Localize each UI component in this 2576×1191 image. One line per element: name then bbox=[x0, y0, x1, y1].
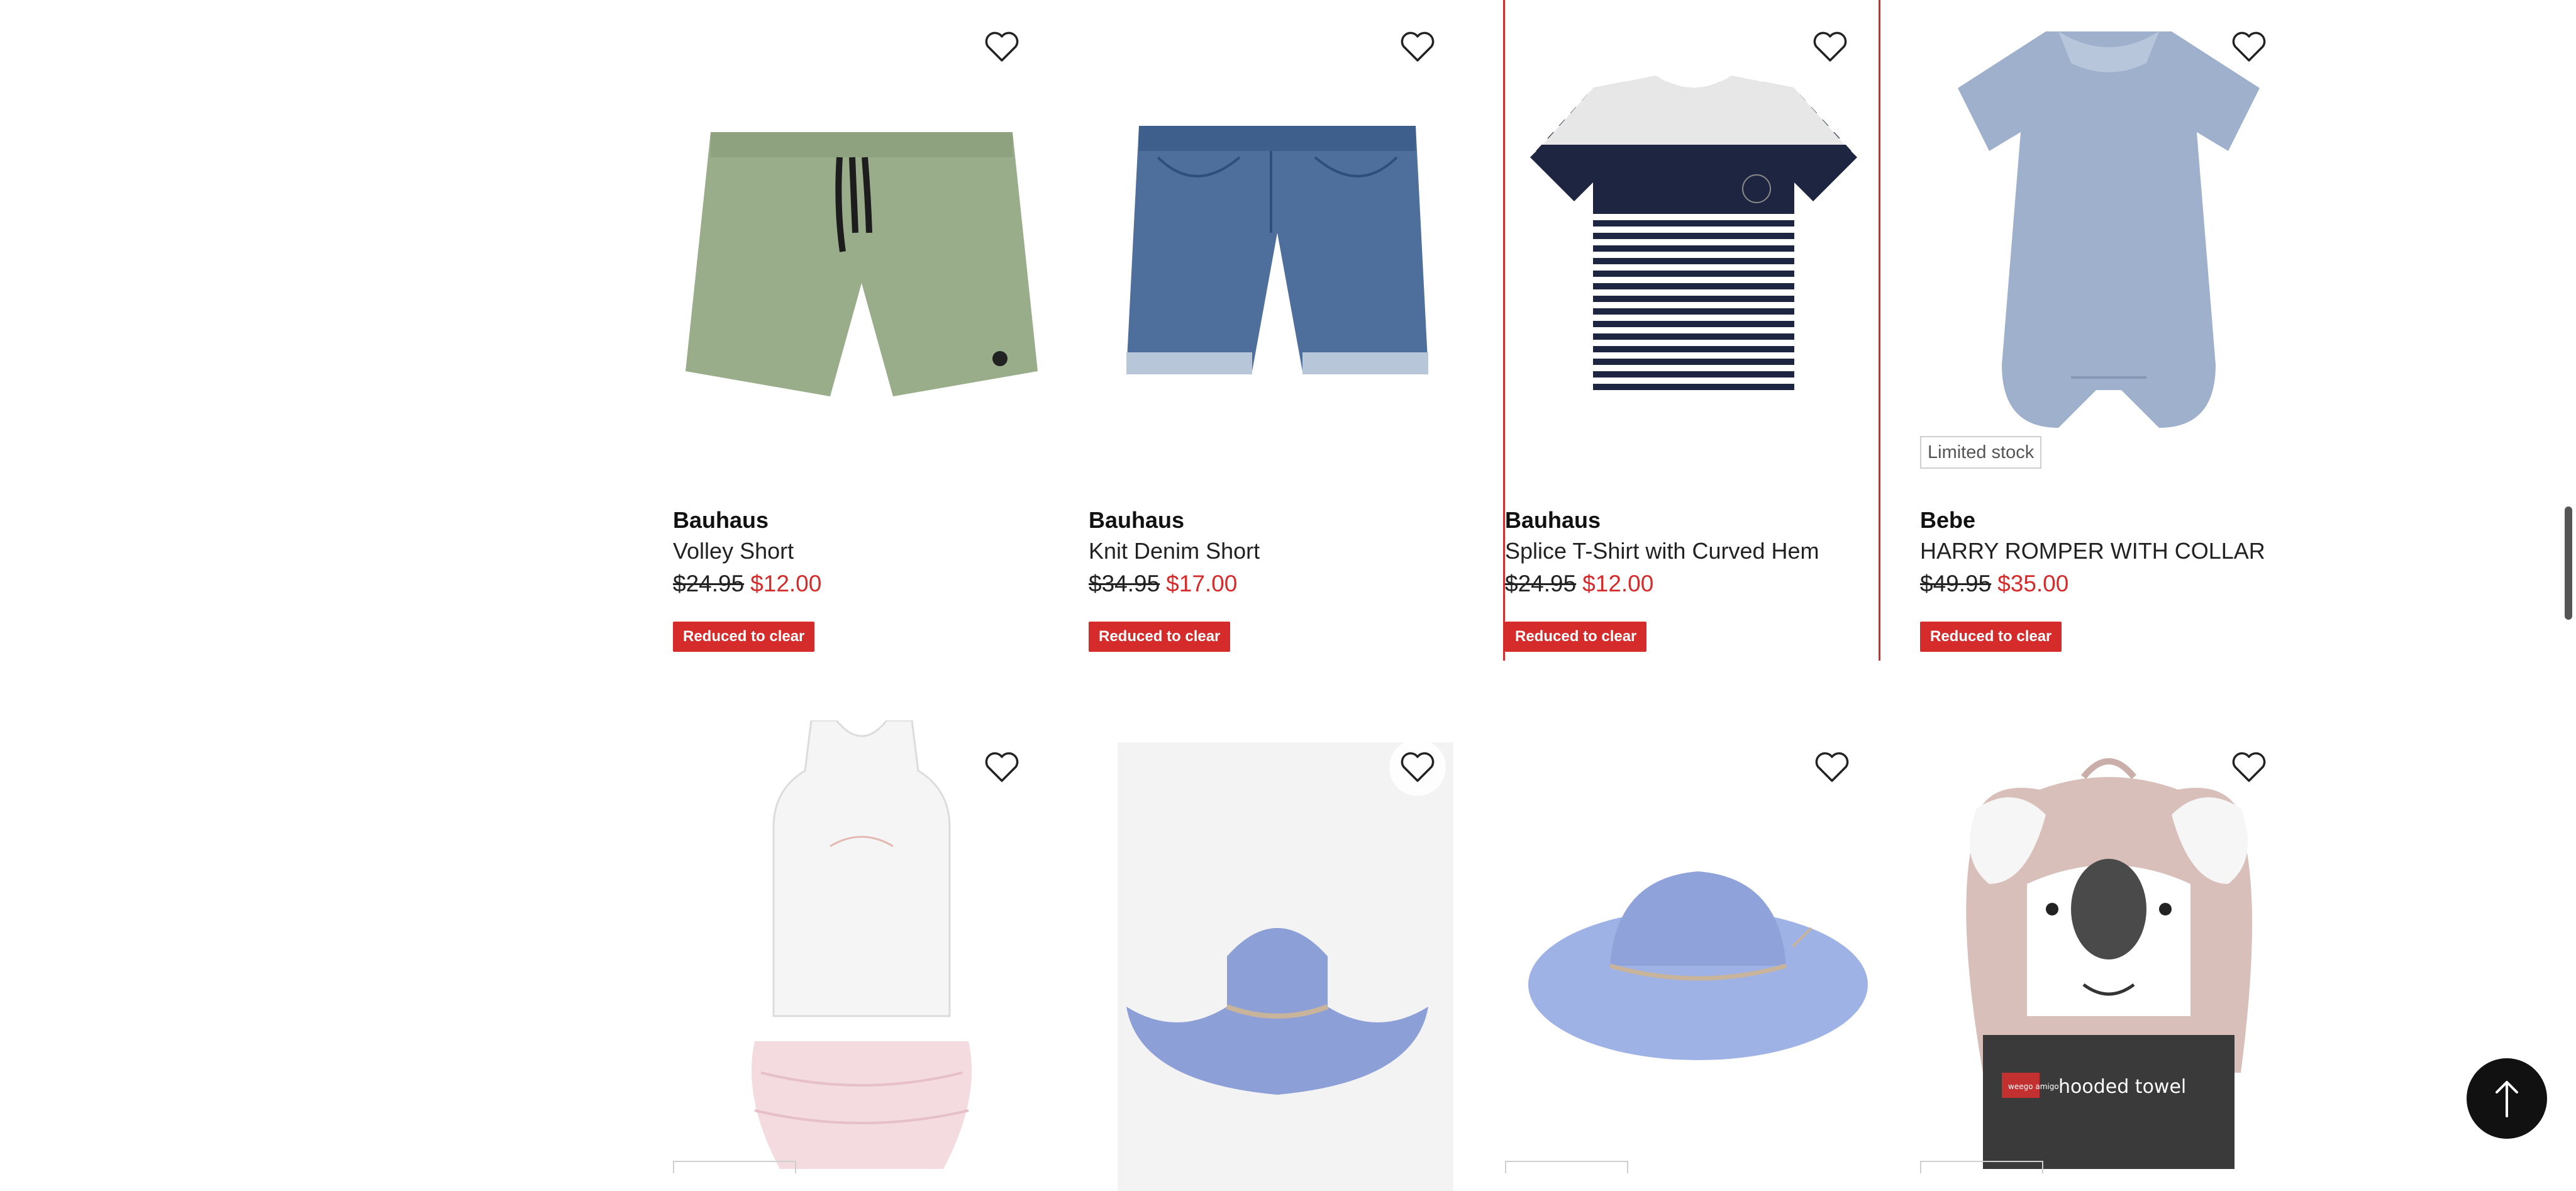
heart-outline-icon bbox=[2232, 752, 2266, 782]
favorite-button[interactable] bbox=[2221, 19, 2277, 75]
heart-outline-icon bbox=[1813, 31, 1847, 62]
product-card[interactable] bbox=[1503, 720, 1880, 1173]
product-card[interactable]: Bauhaus Splice T-Shirt with Curved Hem $… bbox=[1503, 0, 1880, 661]
sale-badge: Reduced to clear bbox=[1089, 622, 1231, 652]
product-brand[interactable]: Bebe bbox=[1920, 507, 1975, 534]
original-price: $34.95 bbox=[1089, 571, 1160, 596]
original-price: $24.95 bbox=[673, 571, 745, 596]
heart-outline-icon bbox=[1815, 752, 1849, 782]
stock-label-edge bbox=[673, 1161, 796, 1173]
original-price: $49.95 bbox=[1920, 571, 1992, 596]
product-card[interactable]: weego amigo hooded towel bbox=[1920, 720, 2297, 1173]
product-card[interactable]: Bauhaus Knit Denim Short $34.95 $17.00 Re… bbox=[1089, 0, 1466, 661]
heart-outline-icon bbox=[1401, 752, 1435, 782]
stock-label-edge bbox=[1505, 1161, 1628, 1173]
product-card[interactable]: Bauhaus Volley Short $24.95 $12.00 Reduce… bbox=[673, 0, 1050, 661]
sale-price: $12.00 bbox=[750, 571, 822, 596]
favorite-button[interactable] bbox=[2221, 739, 2277, 796]
product-price: $49.95 $35.00 bbox=[1920, 571, 2068, 597]
heart-outline-icon bbox=[985, 752, 1019, 782]
sale-badge: Reduced to clear bbox=[673, 622, 815, 652]
favorite-button[interactable] bbox=[974, 739, 1030, 796]
limited-stock-label: Limited stock bbox=[1920, 436, 2042, 469]
product-brand[interactable]: Bauhaus bbox=[1089, 507, 1184, 534]
product-price: $34.95 $17.00 bbox=[1089, 571, 1237, 597]
sale-price: $12.00 bbox=[1582, 571, 1654, 596]
favorite-button[interactable] bbox=[1802, 19, 1858, 75]
favorite-button[interactable] bbox=[974, 19, 1030, 75]
favorite-button[interactable] bbox=[1804, 739, 1860, 796]
product-name[interactable]: HARRY ROMPER WITH COLLAR bbox=[1920, 538, 2265, 564]
product-price: $24.95 $12.00 bbox=[673, 571, 821, 597]
product-brand[interactable]: Bauhaus bbox=[673, 507, 769, 534]
heart-outline-icon bbox=[985, 31, 1019, 62]
favorite-button[interactable] bbox=[1389, 19, 1446, 75]
product-name[interactable]: Knit Denim Short bbox=[1089, 538, 1260, 564]
product-brand[interactable]: Bauhaus bbox=[1505, 507, 1601, 534]
original-price: $24.95 bbox=[1505, 571, 1577, 596]
product-card[interactable]: Limited stock Bebe HARRY ROMPER WITH COL… bbox=[1920, 0, 2297, 661]
favorite-button[interactable] bbox=[1389, 739, 1446, 796]
product-name[interactable]: Splice T-Shirt with Curved Hem bbox=[1505, 538, 1819, 564]
back-to-top-button[interactable] bbox=[2467, 1058, 2547, 1139]
product-name[interactable]: Volley Short bbox=[673, 538, 794, 564]
sale-price: $35.00 bbox=[1997, 571, 2069, 596]
towel-label-text: hooded towel bbox=[2058, 1076, 2186, 1098]
sale-badge: Reduced to clear bbox=[1920, 622, 2062, 652]
heart-outline-icon bbox=[1401, 31, 1435, 62]
product-card[interactable] bbox=[673, 720, 1050, 1173]
product-price: $24.95 $12.00 bbox=[1505, 571, 1653, 597]
sale-badge: Reduced to clear bbox=[1505, 622, 1647, 652]
page-scrollbar[interactable] bbox=[2565, 506, 2572, 620]
sale-price: $17.00 bbox=[1166, 571, 1238, 596]
towel-brand-text: weego amigo bbox=[2008, 1082, 2059, 1091]
heart-outline-icon bbox=[2232, 31, 2266, 62]
product-card[interactable] bbox=[1089, 720, 1466, 1191]
product-grid: Bauhaus Volley Short $24.95 $12.00 Reduce… bbox=[0, 0, 2576, 1191]
arrow-up-icon bbox=[2496, 1081, 2518, 1117]
stock-label-edge bbox=[1920, 1161, 2043, 1173]
